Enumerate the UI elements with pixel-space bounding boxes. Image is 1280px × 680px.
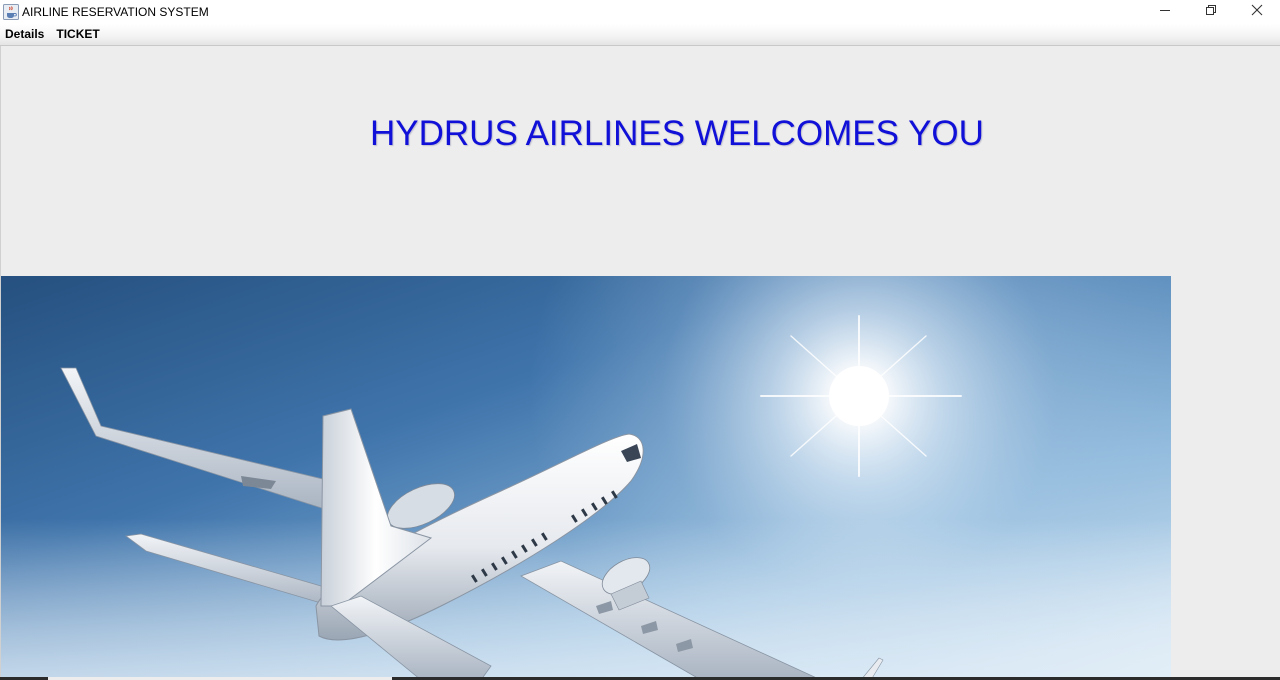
airplane-in-sky-image — [1, 276, 1171, 680]
menu-ticket[interactable]: TICKET — [50, 24, 105, 45]
title-bar[interactable]: AIRLINE RESERVATION SYSTEM — [0, 0, 1280, 24]
minimize-button[interactable] — [1142, 0, 1188, 24]
close-icon — [1251, 3, 1263, 21]
hero-image — [1, 276, 1171, 680]
window-title: AIRLINE RESERVATION SYSTEM — [22, 5, 209, 19]
close-button[interactable] — [1234, 0, 1280, 24]
app-window: AIRLINE RESERVATION SYSTEM Details TICKE… — [0, 0, 1280, 680]
main-panel: HYDRUS AIRLINES WELCOMES YOU — [0, 46, 1280, 680]
window-controls — [1142, 0, 1280, 24]
restore-icon — [1205, 3, 1217, 21]
restore-button[interactable] — [1188, 0, 1234, 24]
java-coffee-cup-icon — [3, 4, 19, 20]
welcome-heading: HYDRUS AIRLINES WELCOMES YOU — [370, 114, 984, 153]
menu-bar: Details TICKET — [0, 24, 1280, 46]
menu-details[interactable]: Details — [0, 24, 50, 45]
minimize-icon — [1159, 3, 1171, 21]
